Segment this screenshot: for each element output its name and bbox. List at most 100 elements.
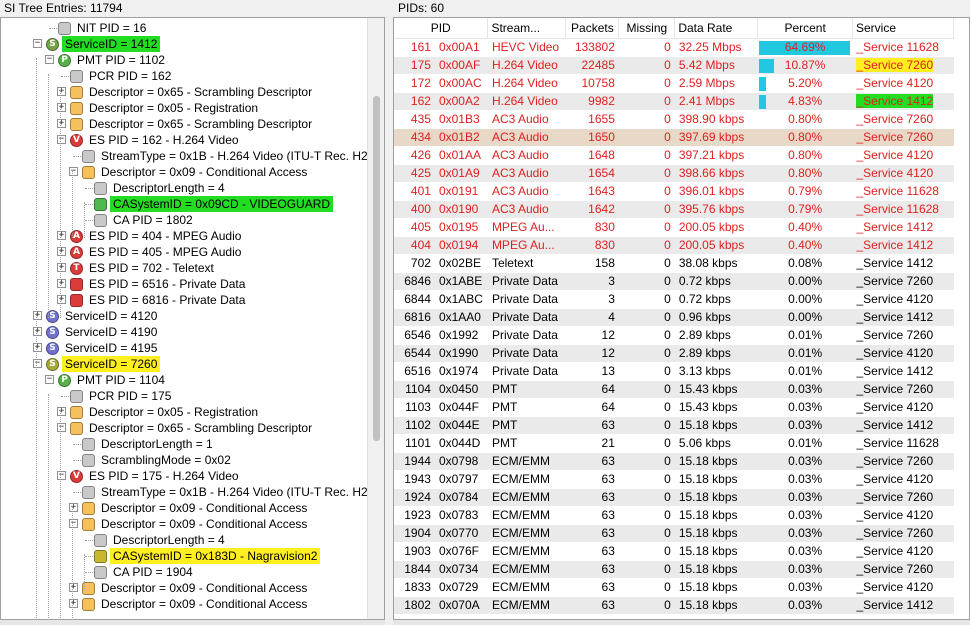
tree-node[interactable]: − V ES PID = 175 - H.264 Video: [1, 468, 369, 484]
table-row[interactable]: 1844 0x0734 ECM/EMM 63 0 15.18 kbps 0.03% _Serv…: [394, 560, 954, 579]
table-row[interactable]: 435 0x01B3 AC3 Audio 1655 0 398.90 kbps 0.80% _…: [394, 110, 954, 129]
table-row[interactable]: 1904 0x0770 ECM/EMM 63 0 15.18 kbps 0.03% _Serv…: [394, 524, 954, 543]
collapse-icon[interactable]: −: [69, 519, 78, 528]
tree-node[interactable]: + S ServiceID = 4195: [1, 340, 369, 356]
table-row[interactable]: 6816 0x1AA0 Private Data 4 0 0.96 kbps 0.00% _S…: [394, 308, 954, 327]
tree-node[interactable]: + Descriptor = 0x65 - Scrambling Descript…: [1, 84, 369, 100]
col-header-stream[interactable]: Stream...: [487, 18, 567, 39]
tree-node[interactable]: DescriptorLength = 1: [1, 436, 369, 452]
tree-node[interactable]: + S ServiceID = 4190: [1, 324, 369, 340]
expand-icon[interactable]: +: [57, 295, 66, 304]
expand-icon[interactable]: +: [33, 311, 42, 320]
table-row[interactable]: 1802 0x070A ECM/EMM 63 0 15.18 kbps 0.03% _Serv…: [394, 596, 954, 615]
expand-icon[interactable]: +: [57, 103, 66, 112]
table-row[interactable]: 1903 0x076F ECM/EMM 63 0 15.18 kbps 0.03% _Serv…: [394, 542, 954, 561]
expand-icon[interactable]: +: [57, 263, 66, 272]
col-header-percent[interactable]: Percent: [757, 18, 853, 39]
tree-node[interactable]: CASystemID = 0x09CD - VIDEOGUARD: [1, 196, 369, 212]
collapse-icon[interactable]: −: [33, 359, 42, 368]
pid-table-panel[interactable]: PID Stream... Packets Missing Data Rate …: [393, 17, 970, 620]
table-row[interactable]: 1103 0x044F PMT 64 0 15.43 kbps 0.03% _Service …: [394, 398, 954, 417]
expand-icon[interactable]: +: [57, 231, 66, 240]
tree-node[interactable]: + ES PID = 6516 - Private Data: [1, 276, 369, 292]
table-row[interactable]: 1102 0x044E PMT 63 0 15.18 kbps 0.03% _Service …: [394, 416, 954, 435]
table-row[interactable]: 1833 0x0729 ECM/EMM 63 0 15.18 kbps 0.03% _Serv…: [394, 578, 954, 597]
tree-node[interactable]: − Descriptor = 0x65 - Scrambling Descript…: [1, 420, 369, 436]
expand-icon[interactable]: +: [33, 343, 42, 352]
table-row[interactable]: 1944 0x0798 ECM/EMM 63 0 15.18 kbps 0.03% _Serv…: [394, 452, 954, 471]
si-tree-panel[interactable]: NIT PID = 16− S ServiceID = 1412− P PMT PID …: [0, 17, 385, 620]
table-row[interactable]: 1101 0x044D PMT 21 0 5.06 kbps 0.01% _Service 1…: [394, 434, 954, 453]
table-row[interactable]: 434 0x01B2 AC3 Audio 1650 0 397.69 kbps 0.80% _…: [394, 128, 954, 147]
table-row[interactable]: 172 0x00AC H.264 Video 10758 0 2.59 Mbps 5.20%…: [394, 74, 954, 93]
tree-node[interactable]: − S ServiceID = 7260: [1, 356, 369, 372]
collapse-icon[interactable]: −: [57, 471, 66, 480]
tree-node[interactable]: NIT PID = 16: [1, 20, 369, 36]
tree-horizontal-scrollbar[interactable]: [0, 620, 385, 625]
tree-node[interactable]: + Descriptor = 0x65 - Scrambling Descript…: [1, 116, 369, 132]
tree-scroll-thumb[interactable]: [373, 96, 380, 441]
tree-node[interactable]: PCR PID = 162: [1, 68, 369, 84]
tree-node[interactable]: − S ServiceID = 1412: [1, 36, 369, 52]
expand-icon[interactable]: +: [69, 583, 78, 592]
collapse-icon[interactable]: −: [57, 135, 66, 144]
tree-node[interactable]: + Descriptor = 0x05 - Registration: [1, 404, 369, 420]
tree-node[interactable]: DescriptorLength = 4: [1, 180, 369, 196]
table-row[interactable]: 426 0x01AA AC3 Audio 1648 0 397.21 kbps 0.80% _…: [394, 146, 954, 165]
table-row[interactable]: 6544 0x1990 Private Data 12 0 2.89 kbps 0.01% _…: [394, 344, 954, 363]
tree-node[interactable]: + Descriptor = 0x09 - Conditional Access: [1, 500, 369, 516]
table-row[interactable]: 405 0x0195 MPEG Au... 830 0 200.05 kbps 0.40% _…: [394, 218, 954, 237]
expand-icon[interactable]: +: [57, 279, 66, 288]
expand-icon[interactable]: +: [57, 407, 66, 416]
table-row[interactable]: 6846 0x1ABE Private Data 3 0 0.72 kbps 0.00% _S…: [394, 272, 954, 291]
table-row[interactable]: 1943 0x0797 ECM/EMM 63 0 15.18 kbps 0.03% _Serv…: [394, 470, 954, 489]
expand-icon[interactable]: +: [69, 503, 78, 512]
tree-node[interactable]: + Descriptor = 0x09 - Conditional Access: [1, 580, 369, 596]
tree-node[interactable]: − P PMT PID = 1102: [1, 52, 369, 68]
tree-node[interactable]: PCR PID = 175: [1, 388, 369, 404]
table-row[interactable]: 6546 0x1992 Private Data 12 0 2.89 kbps 0.01% _…: [394, 326, 954, 345]
table-row[interactable]: 404 0x0194 MPEG Au... 830 0 200.05 kbps 0.40% _…: [394, 236, 954, 255]
tree-node[interactable]: + ES PID = 6816 - Private Data: [1, 292, 369, 308]
tree-node[interactable]: StreamType = 0x1B - H.264 Video (ITU-T R…: [1, 484, 381, 500]
col-header-missing[interactable]: Missing: [618, 18, 676, 39]
table-row[interactable]: 1923 0x0783 ECM/EMM 63 0 15.18 kbps 0.03% _Serv…: [394, 506, 954, 525]
tree-node[interactable]: ScramblingMode = 0x02: [1, 452, 369, 468]
table-row[interactable]: 1924 0x0784 ECM/EMM 63 0 15.18 kbps 0.03% _Serv…: [394, 488, 954, 507]
tree-node[interactable]: − V ES PID = 162 - H.264 Video: [1, 132, 369, 148]
tree-node[interactable]: CASystemID = 0x183D - Nagravision2: [1, 548, 369, 564]
tree-node[interactable]: + Descriptor = 0x09 - Conditional Access: [1, 596, 369, 612]
col-header-data-rate[interactable]: Data Rate: [674, 18, 759, 39]
col-header-service[interactable]: Service: [852, 18, 955, 39]
expand-icon[interactable]: +: [57, 119, 66, 128]
tree-vertical-scrollbar[interactable]: [367, 18, 384, 619]
tree-node[interactable]: + Descriptor = 0x05 - Registration: [1, 100, 369, 116]
col-header-packets[interactable]: Packets: [565, 18, 620, 39]
table-row[interactable]: 702 0x02BE Teletext 158 0 38.08 kbps 0.08% _Ser…: [394, 254, 954, 273]
collapse-icon[interactable]: −: [57, 423, 66, 432]
tree-node[interactable]: + A ES PID = 405 - MPEG Audio: [1, 244, 369, 260]
table-row[interactable]: 161 0x00A1 HEVC Video 133802 0 32.25 Mbps 64.6…: [394, 38, 954, 57]
tree-node[interactable]: CA PID = 1904: [1, 564, 369, 580]
tree-node[interactable]: + S ServiceID = 4120: [1, 308, 369, 324]
expand-icon[interactable]: +: [33, 327, 42, 336]
expand-icon[interactable]: +: [57, 247, 66, 256]
tree-node[interactable]: StreamType = 0x1B - H.264 Video (ITU-T R…: [1, 148, 381, 164]
table-horizontal-scrollbar[interactable]: [393, 620, 970, 625]
table-row[interactable]: 401 0x0191 AC3 Audio 1643 0 396.01 kbps 0.79% _…: [394, 182, 954, 201]
table-row[interactable]: 6844 0x1ABC Private Data 3 0 0.72 kbps 0.00% _S…: [394, 290, 954, 309]
col-header-pid[interactable]: PID: [394, 18, 489, 39]
tree-node[interactable]: − P PMT PID = 1104: [1, 372, 369, 388]
table-row[interactable]: 1104 0x0450 PMT 64 0 15.43 kbps 0.03% _Service …: [394, 380, 954, 399]
table-row[interactable]: 162 0x00A2 H.264 Video 9982 0 2.41 Mbps 4.83% _…: [394, 92, 954, 111]
table-row[interactable]: 400 0x0190 AC3 Audio 1642 0 395.76 kbps 0.79% _…: [394, 200, 954, 219]
collapse-icon[interactable]: −: [45, 375, 54, 384]
expand-icon[interactable]: +: [69, 599, 78, 608]
tree-node[interactable]: − Descriptor = 0x09 - Conditional Access: [1, 164, 369, 180]
table-row[interactable]: 6516 0x1974 Private Data 13 0 3.13 kbps 0.01% _…: [394, 362, 954, 381]
tree-node[interactable]: DescriptorLength = 4: [1, 532, 369, 548]
table-row[interactable]: 425 0x01A9 AC3 Audio 1654 0 398.66 kbps 0.80% _…: [394, 164, 954, 183]
tree-node[interactable]: + T ES PID = 702 - Teletext: [1, 260, 369, 276]
collapse-icon[interactable]: −: [69, 167, 78, 176]
collapse-icon[interactable]: −: [45, 55, 54, 64]
